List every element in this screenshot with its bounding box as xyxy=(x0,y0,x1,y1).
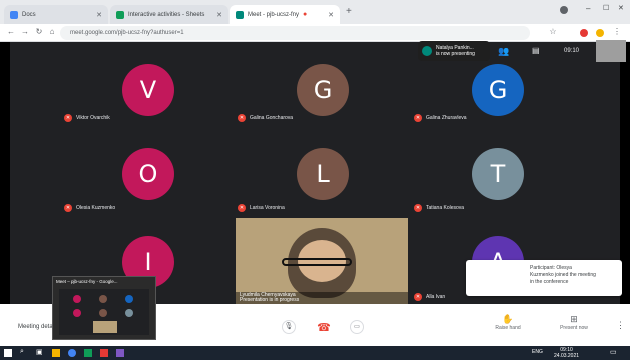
minimize-icon[interactable]: – xyxy=(586,4,590,13)
preview-avatar xyxy=(73,309,81,317)
home-icon[interactable]: ⌂ xyxy=(47,27,57,36)
taskbar-date: 24.03.2021 xyxy=(554,353,580,359)
window-preview[interactable]: Meet – pjb-ucsz-fny - Google... xyxy=(52,276,156,340)
back-icon[interactable]: ← xyxy=(6,27,16,36)
close-icon[interactable]: ✕ xyxy=(324,11,334,19)
tab-title: Docs xyxy=(22,11,36,18)
star-icon[interactable]: ☆ xyxy=(548,27,558,36)
hand-icon: ✋ xyxy=(502,314,514,324)
reload-icon[interactable]: ↻ xyxy=(34,27,44,36)
presenter-label: Lyudmila Chernyavskaya Presentation is i… xyxy=(236,292,408,304)
more-options-icon[interactable]: ⋮ xyxy=(616,320,625,331)
participant-avatar: V xyxy=(122,64,174,116)
join-toast: Participant: Olesya Kuzmenko joined the … xyxy=(466,260,622,296)
participant-avatar: L xyxy=(297,148,349,200)
preview-avatar xyxy=(99,309,107,317)
url-input[interactable]: meet.google.com/pjb-ucsz-fny?authuser=1 xyxy=(60,26,530,40)
extension-icon[interactable] xyxy=(580,29,588,37)
participant-avatar: T xyxy=(472,148,524,200)
preview-content xyxy=(59,289,149,335)
search-icon[interactable]: ⌕ xyxy=(20,348,24,356)
tab-meet[interactable]: Meet - pjb-ucsz-fny ● ✕ xyxy=(230,5,340,24)
toast-line-3: in the conference xyxy=(530,279,569,285)
task-view-icon[interactable]: ▣ xyxy=(36,348,43,356)
mic-off-icon: ✕ xyxy=(414,293,422,301)
meet-favicon-icon xyxy=(236,10,244,19)
sheets-favicon-icon xyxy=(116,10,124,19)
tab-title: Meet - pjb-ucsz-fny xyxy=(248,11,300,18)
chip-text: Natalya Pankin... is now presenting xyxy=(436,45,475,57)
mic-button[interactable]: 🎙 xyxy=(282,320,296,334)
app-icon[interactable] xyxy=(100,349,108,357)
participant-name: ✕ Tatiana Kolesova xyxy=(414,204,465,212)
participant-name: ✕ Olesia Kuzmenko xyxy=(64,204,116,212)
menu-icon[interactable]: ⋮ xyxy=(612,27,622,36)
camera-button[interactable]: ▭ xyxy=(350,320,364,334)
tab-title: Interactive activities - Sheets xyxy=(128,11,205,18)
present-now-button[interactable]: ⊞ Present now xyxy=(552,314,596,331)
mic-off-icon: ✕ xyxy=(414,204,422,212)
presenter-video: Lyudmila Chernyavskaya Presentation is i… xyxy=(236,218,408,304)
participant-avatar: G xyxy=(472,64,524,116)
language-indicator[interactable]: ENG xyxy=(532,349,543,355)
preview-avatar xyxy=(99,295,107,303)
docs-favicon-icon xyxy=(10,10,18,19)
chip-line-2: is now presenting xyxy=(436,51,475,57)
recording-dot-icon: ● xyxy=(303,11,308,18)
chrome-icon[interactable] xyxy=(68,349,76,357)
tab-sheets[interactable]: Interactive activities - Sheets ✕ xyxy=(110,5,228,24)
notification-icon[interactable]: ▭ xyxy=(610,348,617,356)
file-explorer-icon[interactable] xyxy=(52,349,60,357)
preview-avatar xyxy=(125,309,133,317)
chat-icon[interactable]: ▤ xyxy=(532,46,540,55)
presenter-sub: Presentation is in progress xyxy=(240,297,300,303)
end-call-button[interactable]: ☎ xyxy=(314,318,334,338)
app-icon[interactable] xyxy=(84,349,92,357)
taskbar: ⌕ ▣ ENG 09:10 24.03.2021 ▭ xyxy=(0,346,630,360)
raise-hand-label: Raise hand xyxy=(495,325,521,331)
mic-off-icon: ✕ xyxy=(238,114,246,122)
preview-title: Meet – pjb-ucsz-fny - Google... xyxy=(56,279,118,284)
participant-name: ✕ Galina Goncharova xyxy=(238,114,294,122)
windows-start-icon[interactable] xyxy=(4,349,12,357)
maximize-icon[interactable]: ☐ xyxy=(603,4,609,12)
profile-icon[interactable] xyxy=(560,6,568,14)
participant-avatar: G xyxy=(297,64,349,116)
system-clock[interactable]: 09:10 24.03.2021 xyxy=(554,347,579,359)
mic-off-icon: ✕ xyxy=(64,114,72,122)
presenter-chip[interactable]: Natalya Pankin... is now presenting xyxy=(418,41,490,61)
self-view-thumbnail xyxy=(596,40,626,62)
raise-hand-button[interactable]: ✋ Raise hand xyxy=(486,314,530,331)
participant-name: ✕ Viktor Ovarchik xyxy=(64,114,110,122)
window-close-icon[interactable]: ✕ xyxy=(618,4,624,12)
app-icon[interactable] xyxy=(116,349,124,357)
mic-off-icon: ✕ xyxy=(414,114,422,122)
mic-off-icon: ✕ xyxy=(64,204,72,212)
participant-name: ✕ Alla Ivan xyxy=(414,293,446,301)
tab-docs[interactable]: Docs ✕ xyxy=(4,5,108,24)
forward-icon[interactable]: → xyxy=(20,27,30,36)
people-icon[interactable]: 👥 xyxy=(498,46,509,57)
mic-off-icon: ✕ xyxy=(238,204,246,212)
clock-time: 09:10 xyxy=(564,48,580,54)
preview-video xyxy=(93,321,117,333)
avatar[interactable] xyxy=(596,29,604,37)
present-now-label: Present now xyxy=(560,325,588,331)
participant-name: ✕ Galina Zhuravleva xyxy=(414,114,467,122)
participant-name: ✕ Larisa Voronina xyxy=(238,204,285,212)
participant-avatar: O xyxy=(122,148,174,200)
close-icon[interactable]: ✕ xyxy=(212,11,222,19)
glasses-icon xyxy=(282,258,352,266)
toast-line-2: Kuzmenko joined the meeting xyxy=(530,272,596,278)
browser-tab-bar: Docs ✕ Interactive activities - Sheets ✕… xyxy=(0,0,630,24)
new-tab-icon[interactable]: + xyxy=(346,6,352,17)
preview-avatar xyxy=(73,295,81,303)
present-icon: ⊞ xyxy=(570,314,578,324)
toast-line-1: Participant: Olesya xyxy=(530,265,572,271)
address-bar: ← → ↻ ⌂ meet.google.com/pjb-ucsz-fny?aut… xyxy=(0,24,630,42)
preview-avatar xyxy=(125,295,133,303)
close-icon[interactable]: ✕ xyxy=(92,11,102,19)
avatar xyxy=(422,46,432,56)
